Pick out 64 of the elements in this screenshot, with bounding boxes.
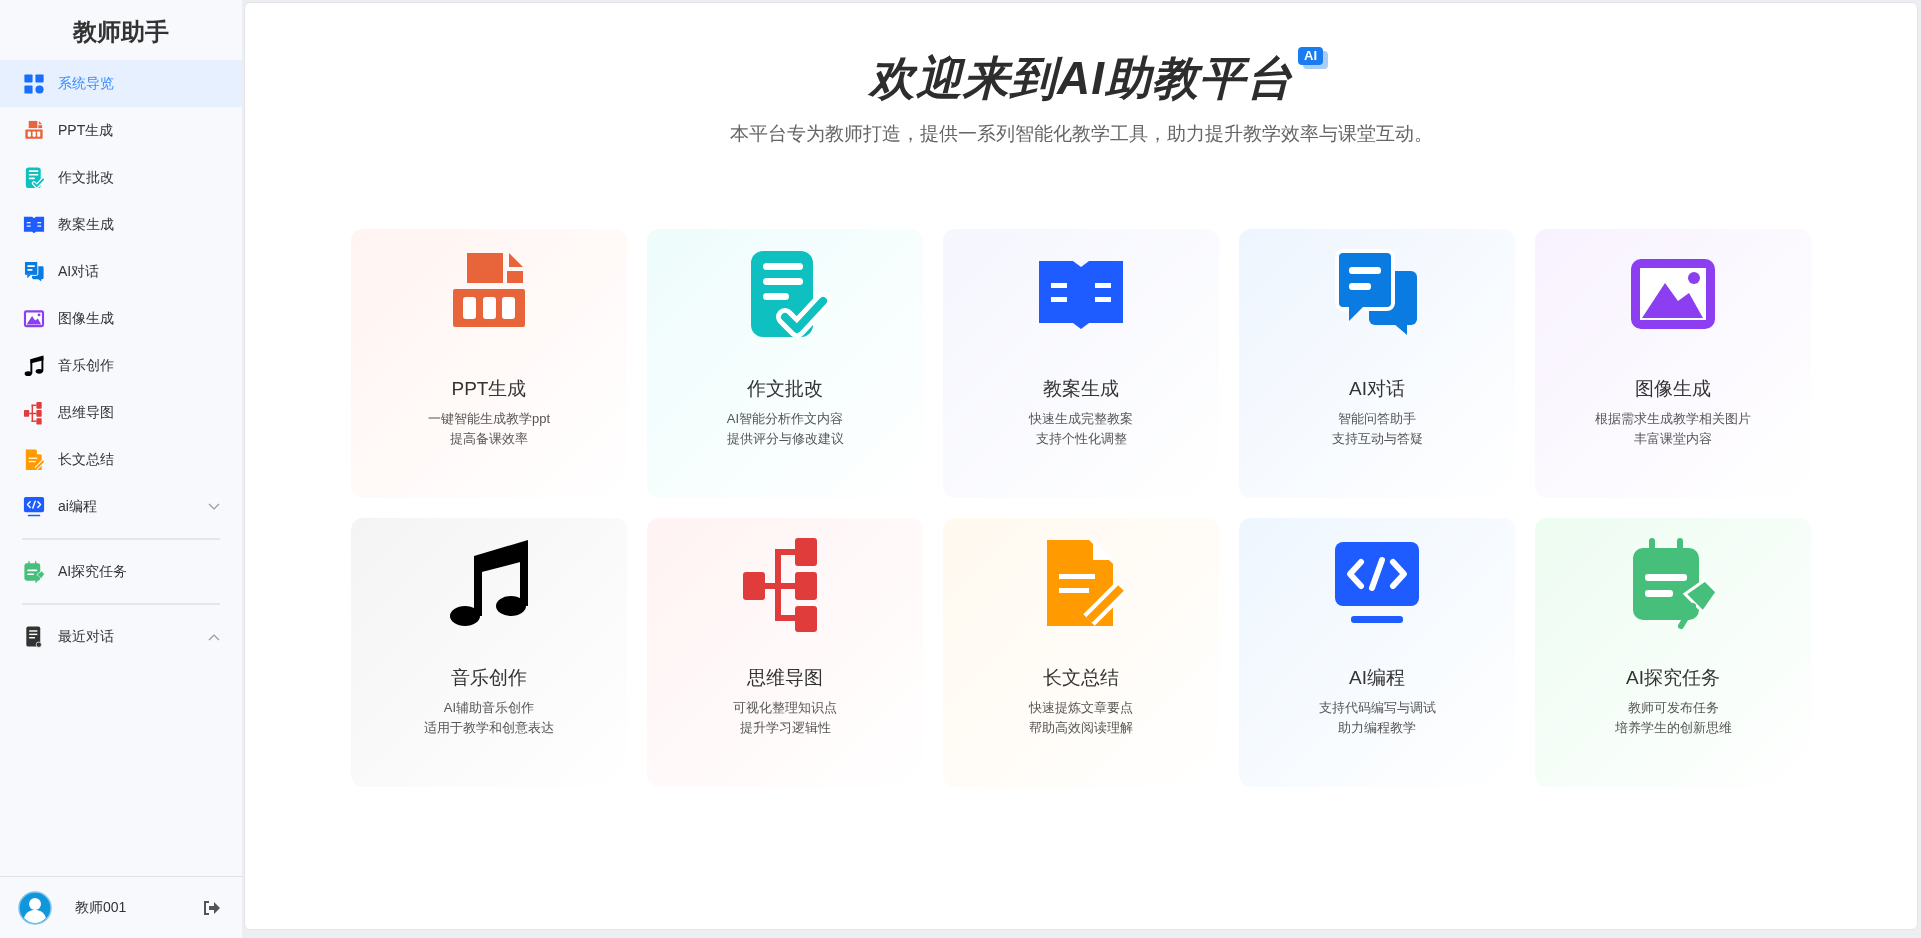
sidebar-item[interactable]: AI探究任务 <box>0 548 242 595</box>
card-description: 支持互动与答疑 <box>1330 430 1424 449</box>
app-title: 教师助手 <box>71 17 170 47</box>
card-title: 思维导图 <box>746 665 824 690</box>
tool-card[interactable]: 音乐创作 AI辅助音乐创作 适用于教学和创意表达 <box>351 517 627 787</box>
avatar-icon <box>18 890 52 925</box>
card-title: 长文总结 <box>1042 665 1120 690</box>
card-title: AI编程 <box>1348 665 1406 690</box>
sidebar-item[interactable]: 长文总结 <box>0 436 242 483</box>
card-title: 音乐创作 <box>450 665 528 690</box>
card-description: 培养学生的创新思维 <box>1613 719 1733 738</box>
page-subtitle: 本平台专为教师打造，提供一系列智能化教学工具，助力提升教学效率与课堂互动。 <box>729 122 1433 147</box>
card-description: 提升学习逻辑性 <box>738 719 832 738</box>
sidebar-item[interactable]: 作文批改 <box>0 154 242 201</box>
tool-card[interactable]: 长文总结 快速提炼文章要点 帮助高效阅读理解 <box>943 517 1219 787</box>
tool-card[interactable]: 思维导图 可视化整理知识点 提升学习逻辑性 <box>647 517 923 787</box>
sidebar-item[interactable]: 最近对话 <box>0 613 242 660</box>
tool-card[interactable]: 图像生成 根据需求生成教学相关图片 丰富课堂内容 <box>1535 228 1811 498</box>
card-description: 帮助高效阅读理解 <box>1028 719 1134 738</box>
card-title: AI对话 <box>1348 376 1406 401</box>
user-name: 教师001 <box>75 898 127 917</box>
card-description: 支持代码编写与调试 <box>1317 699 1437 718</box>
card-title: AI探究任务 <box>1625 665 1721 690</box>
tool-card[interactable]: AI对话 智能问答助手 支持互动与答疑 <box>1239 228 1515 498</box>
chat-bubbles-icon <box>22 259 46 284</box>
logout-icon[interactable] <box>202 899 220 916</box>
sidebar-item[interactable]: 图像生成 <box>0 295 242 342</box>
card-description: 根据需求生成教学相关图片 <box>1594 410 1752 429</box>
clipboard-pin-icon <box>22 559 46 584</box>
card-description: 提供评分与修改建议 <box>725 430 845 449</box>
tool-card[interactable]: PPT生成 一键智能生成教学ppt 提高备课效率 <box>351 228 627 498</box>
card-description: 助力编程教学 <box>1337 719 1417 738</box>
page-title: 欢迎来到AI助教平台 <box>869 51 1293 106</box>
tool-card[interactable]: AI编程 支持代码编写与调试 助力编程教学 <box>1239 517 1515 787</box>
tool-card[interactable]: 教案生成 快速生成完整教案 支持个性化调整 <box>943 228 1219 498</box>
sidebar-item[interactable]: 音乐创作 <box>0 342 242 389</box>
card-title: 作文批改 <box>746 376 824 401</box>
card-description: 适用于教学和创意表达 <box>423 719 555 738</box>
card-description: 教师可发布任务 <box>1626 699 1720 718</box>
card-description: 支持个性化调整 <box>1034 430 1128 449</box>
card-title: 图像生成 <box>1634 376 1712 401</box>
grid-icon <box>22 71 46 96</box>
tool-card[interactable]: 作文批改 AI智能分析作文内容 提供评分与修改建议 <box>647 228 923 498</box>
card-description: 提高备课效率 <box>449 430 529 449</box>
card-description: AI智能分析作文内容 <box>725 410 845 429</box>
card-description: 快速生成完整教案 <box>1028 410 1134 429</box>
card-description: 智能问答助手 <box>1337 410 1417 429</box>
sidebar-item[interactable]: AI对话 <box>0 248 242 295</box>
chevron-down-icon[interactable] <box>208 502 220 511</box>
chevron-up-icon[interactable] <box>208 632 220 641</box>
sidebar-item[interactable]: PPT生成 <box>0 107 242 154</box>
card-description: AI辅助音乐创作 <box>442 699 536 718</box>
card-description: 可视化整理知识点 <box>732 699 838 718</box>
card-description: 一键智能生成教学ppt <box>426 410 552 429</box>
music-note-icon <box>22 353 46 378</box>
sidebar-item[interactable]: 思维导图 <box>0 389 242 436</box>
card-title: PPT生成 <box>450 376 528 401</box>
sidebar-item[interactable]: 教案生成 <box>0 201 242 248</box>
card-description: 快速提炼文章要点 <box>1028 699 1134 718</box>
sidebar-item[interactable]: ai编程 <box>0 483 242 530</box>
card-title: 教案生成 <box>1042 376 1120 401</box>
card-description: 丰富课堂内容 <box>1633 430 1713 449</box>
code-monitor-icon <box>22 494 46 519</box>
tool-card[interactable]: AI探究任务 教师可发布任务 培养学生的创新思维 <box>1535 517 1811 787</box>
